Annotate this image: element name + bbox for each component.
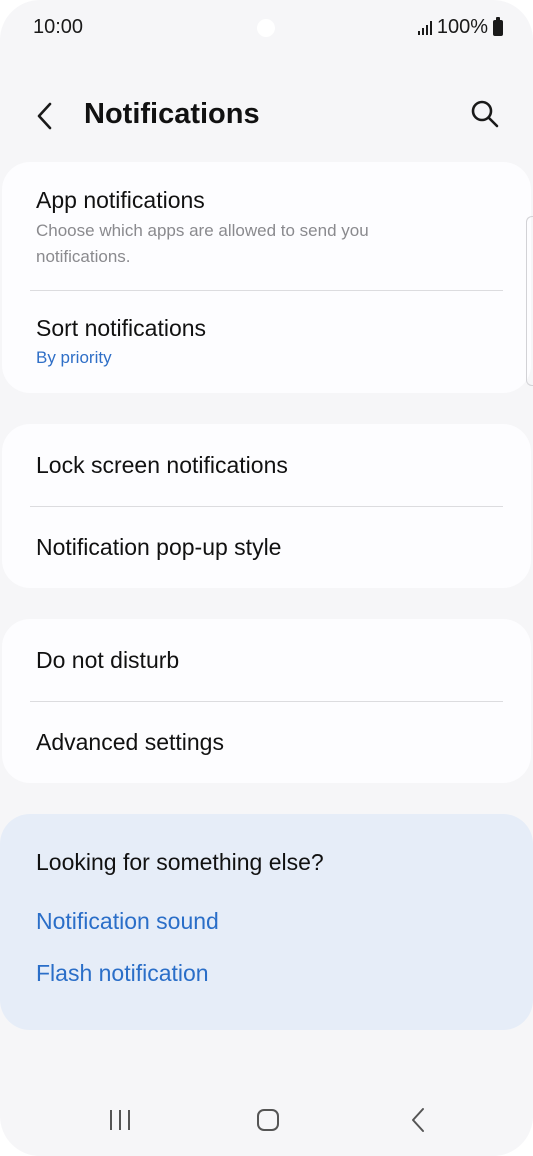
- back-icon[interactable]: [406, 1106, 430, 1134]
- suggestions-card: Looking for something else? Notification…: [0, 814, 533, 1030]
- screen: 10:00 100% Notifications App notificatio…: [0, 0, 533, 1156]
- settings-card-advanced: Do not disturb Advanced settings: [2, 619, 531, 783]
- popup-style-item[interactable]: Notification pop-up style: [2, 507, 531, 588]
- advanced-settings-label: Advanced settings: [36, 729, 224, 755]
- do-not-disturb-label: Do not disturb: [36, 647, 180, 673]
- sort-notifications-item[interactable]: Sort notifications By priority: [2, 291, 531, 393]
- camera-cutout: [257, 19, 275, 37]
- scrollbar[interactable]: [526, 216, 533, 386]
- notification-sound-link[interactable]: Notification sound: [36, 908, 219, 935]
- lock-screen-notifications-item[interactable]: Lock screen notifications: [2, 424, 531, 506]
- search-icon[interactable]: [469, 98, 501, 130]
- sort-notifications-value: By priority: [36, 348, 112, 367]
- chevron-left-icon[interactable]: [32, 98, 60, 134]
- popup-style-label: Notification pop-up style: [36, 534, 282, 560]
- navigation-bar: [0, 1090, 533, 1150]
- page-title: Notifications: [84, 98, 260, 130]
- flash-notification-link[interactable]: Flash notification: [36, 960, 209, 987]
- battery-percentage: 100%: [436, 16, 488, 38]
- status-time: 10:00: [33, 16, 84, 38]
- do-not-disturb-item[interactable]: Do not disturb: [2, 619, 531, 701]
- settings-card-display: Lock screen notifications Notification p…: [2, 424, 531, 588]
- advanced-settings-item[interactable]: Advanced settings: [2, 702, 531, 783]
- lock-screen-notifications-label: Lock screen notifications: [36, 452, 288, 478]
- battery-icon: [493, 16, 503, 36]
- sort-notifications-label: Sort notifications: [36, 315, 207, 341]
- app-notifications-description: Choose which apps are allowed to send yo…: [36, 221, 369, 266]
- recents-icon[interactable]: [108, 1106, 132, 1134]
- app-notifications-label: App notifications: [36, 187, 205, 213]
- signal-icon: [417, 20, 432, 35]
- suggestions-title: Looking for something else?: [36, 849, 324, 875]
- status-indicators: 100%: [417, 16, 503, 39]
- app-bar: Notifications: [0, 86, 533, 146]
- home-icon[interactable]: [256, 1108, 280, 1132]
- app-notifications-item[interactable]: App notifications Choose which apps are …: [2, 162, 531, 290]
- status-bar: 10:00 100%: [0, 0, 533, 56]
- settings-card-general: App notifications Choose which apps are …: [2, 162, 531, 393]
